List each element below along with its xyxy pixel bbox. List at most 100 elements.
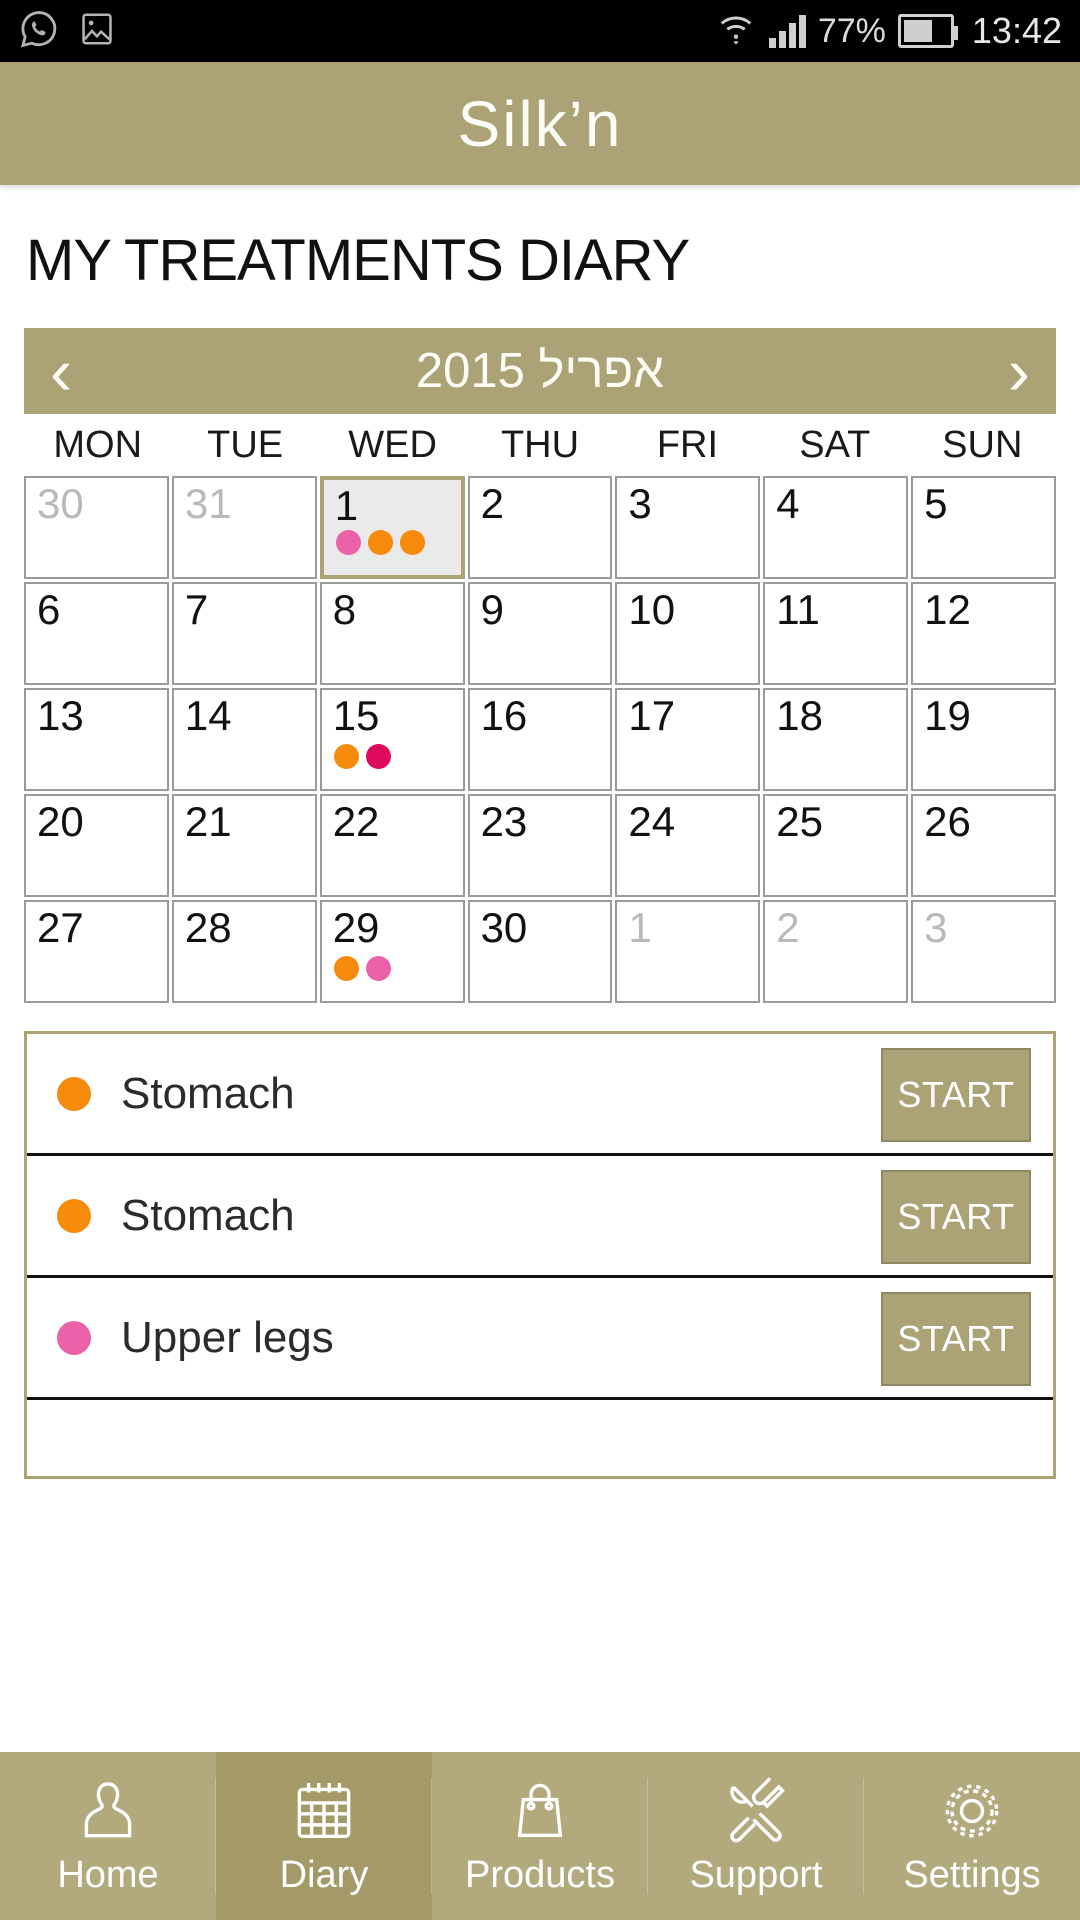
- calendar-day-cell[interactable]: 4: [763, 476, 909, 579]
- calendar-icon: [287, 1776, 361, 1848]
- prev-month-button[interactable]: ‹: [50, 338, 72, 404]
- brand-logo: Silk’n: [457, 87, 623, 160]
- calendar-day-cell[interactable]: 25: [763, 794, 909, 897]
- calendar-day-number: 22: [332, 798, 380, 845]
- battery-percent: 77%: [817, 11, 886, 50]
- calendar-day-cell[interactable]: 28: [171, 900, 317, 1003]
- weekday-label: SUN: [942, 423, 1023, 466]
- calendar-day-number: 26: [924, 798, 971, 845]
- calendar-day-cell[interactable]: 17: [615, 688, 761, 791]
- calendar-day-number: 30: [480, 904, 528, 951]
- calendar-day-number: 8: [332, 586, 357, 633]
- calendar-day-cell[interactable]: 16: [467, 688, 613, 791]
- calendar-day-number: 9: [480, 586, 504, 633]
- calendar-day-cell[interactable]: 18: [763, 688, 909, 791]
- calendar-grid: 30 31 1 2 3 4 5 6 7 8 9 10 11 12 13 14 15 16 17 18 19 20 21 22 2…: [24, 476, 1056, 1003]
- calendar-day-cell[interactable]: 8: [319, 582, 465, 685]
- treatment-label: Upper legs: [121, 1312, 334, 1362]
- calendar-day-cell[interactable]: 2: [763, 900, 909, 1003]
- start-treatment-button[interactable]: START: [881, 1170, 1031, 1264]
- nav-item-label: Products: [465, 1853, 615, 1896]
- treatment-row[interactable]: Stomach START: [27, 1034, 1053, 1156]
- nav-item-diary[interactable]: Diary: [216, 1752, 432, 1920]
- treatment-dot: [367, 530, 393, 555]
- next-month-button[interactable]: ›: [1008, 338, 1030, 404]
- calendar-day-cell[interactable]: 14: [171, 688, 317, 791]
- app-root: 77% 13:42 Silk’n MY TREATMENTS DIARY ‹ א…: [0, 0, 1080, 1920]
- calendar-day-cell[interactable]: 27: [24, 900, 169, 1003]
- calendar-day-cell[interactable]: 11: [763, 582, 909, 685]
- weekday-header: MON TUE WED THU FRI SAT SUN: [24, 414, 1056, 476]
- calendar-day-cell[interactable]: 24: [615, 794, 761, 897]
- calendar-day-number: 3: [924, 904, 948, 951]
- calendar-day-number: 24: [628, 798, 676, 845]
- calendar-day-number: 27: [37, 904, 84, 951]
- calendar-day-number: 25: [776, 798, 823, 845]
- calendar-day-cell[interactable]: 3: [911, 900, 1056, 1003]
- nav-item-support[interactable]: Support: [648, 1752, 864, 1920]
- calendar-day-cell[interactable]: 30: [24, 476, 169, 579]
- calendar-day-cell[interactable]: 29: [319, 900, 465, 1003]
- weekday-label: TUE: [207, 423, 284, 466]
- calendar-day-cell[interactable]: 31: [171, 476, 317, 579]
- treatment-dot: [333, 956, 359, 981]
- nav-item-label: Support: [689, 1853, 823, 1896]
- treatment-row[interactable]: Upper legs START: [27, 1278, 1053, 1400]
- treatment-dot: [335, 530, 361, 555]
- nav-item-label: Settings: [903, 1853, 1041, 1896]
- calendar-day-cell[interactable]: 6: [24, 582, 169, 685]
- nav-item-label: Home: [57, 1853, 159, 1896]
- start-treatment-button[interactable]: START: [881, 1292, 1031, 1386]
- weekday-label: SAT: [799, 423, 871, 466]
- calendar-day-number: 20: [37, 798, 84, 845]
- status-notification-icons: [18, 8, 116, 55]
- app-header: Silk’n: [0, 62, 1080, 185]
- calendar-day-number: 16: [480, 692, 528, 739]
- nav-item-settings[interactable]: Settings: [864, 1752, 1080, 1920]
- calendar-day-number: 28: [184, 904, 232, 951]
- calendar-day-cell[interactable]: 1: [615, 900, 761, 1003]
- calendar-day-number: 23: [480, 798, 528, 845]
- calendar-day-cell[interactable]: 3: [615, 476, 761, 579]
- weekday-label: WED: [348, 423, 437, 466]
- wifi-icon: [715, 9, 757, 54]
- nav-item-home[interactable]: Home: [0, 1752, 216, 1920]
- calendar-day-cell[interactable]: 1: [319, 476, 465, 579]
- calendar-day-cell[interactable]: 13: [24, 688, 169, 791]
- calendar-day-cell[interactable]: 21: [171, 794, 317, 897]
- calendar-day-cell[interactable]: 7: [171, 582, 317, 685]
- start-treatment-button[interactable]: START: [881, 1048, 1031, 1142]
- treatment-dots: [335, 530, 425, 555]
- calendar-day-cell[interactable]: 2: [467, 476, 613, 579]
- calendar-day-number: 29: [332, 904, 380, 951]
- calendar-day-number: 14: [184, 692, 232, 739]
- calendar-day-cell[interactable]: 10: [615, 582, 761, 685]
- month-navigation: ‹ אפריל 2015 ›: [24, 328, 1056, 414]
- nav-item-products[interactable]: Products: [432, 1752, 648, 1920]
- treatment-dots: [333, 956, 391, 981]
- calendar-day-cell[interactable]: 26: [911, 794, 1056, 897]
- calendar-day-cell[interactable]: 12: [911, 582, 1056, 685]
- treatment-dot: [365, 744, 391, 769]
- calendar-day-number: 11: [776, 586, 820, 633]
- calendar-day-cell[interactable]: 5: [911, 476, 1056, 579]
- calendar-day-number: 4: [776, 480, 800, 527]
- calendar-day-cell[interactable]: 20: [24, 794, 169, 897]
- calendar-day-number: 6: [37, 586, 61, 633]
- calendar-day-cell[interactable]: 15: [319, 688, 465, 791]
- calendar-day-cell[interactable]: 22: [319, 794, 465, 897]
- calendar-day-number: 12: [924, 586, 971, 633]
- treatment-dots: [333, 744, 391, 769]
- bottom-navigation: Home Diary Products Support Settings: [0, 1752, 1080, 1920]
- calendar-day-cell[interactable]: 23: [467, 794, 613, 897]
- calendar-day-cell[interactable]: 30: [467, 900, 613, 1003]
- calendar-day-cell[interactable]: 19: [911, 688, 1056, 791]
- treatment-row[interactable]: Stomach START: [27, 1156, 1053, 1278]
- gear-icon: [935, 1776, 1009, 1848]
- nav-item-label: Diary: [279, 1853, 369, 1896]
- weekday-label: FRI: [656, 423, 719, 466]
- treatment-list-empty-row: [27, 1400, 1053, 1476]
- calendar-day-cell[interactable]: 9: [467, 582, 613, 685]
- treatment-dot: [365, 956, 391, 981]
- status-bar: 77% 13:42: [0, 0, 1080, 62]
